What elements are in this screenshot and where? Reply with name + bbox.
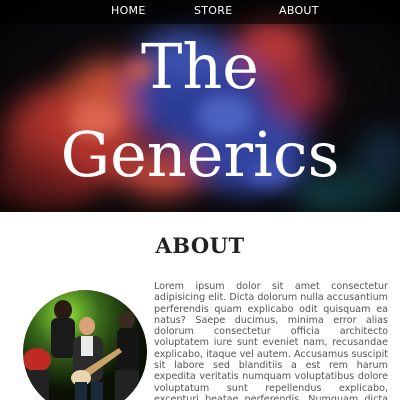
about-heading: ABOUT: [155, 233, 245, 258]
top-navbar: HOME STORE ABOUT: [0, 0, 400, 24]
nav-link-about[interactable]: ABOUT: [279, 4, 319, 17]
band-performing-image: [23, 290, 147, 400]
nav-link-store[interactable]: STORE: [194, 4, 232, 17]
band-title-line1: The: [141, 30, 259, 103]
band-photo: [23, 290, 147, 400]
nav-link-home[interactable]: HOME: [111, 4, 146, 17]
band-title-line2: Generics: [60, 118, 340, 191]
about-body-text: Lorem ipsum dolor sit amet consectetur a…: [154, 281, 388, 400]
page: HOME STORE ABOUT The Generics ABOUT Lore…: [0, 0, 400, 400]
hero-header: HOME STORE ABOUT The Generics: [0, 0, 400, 212]
